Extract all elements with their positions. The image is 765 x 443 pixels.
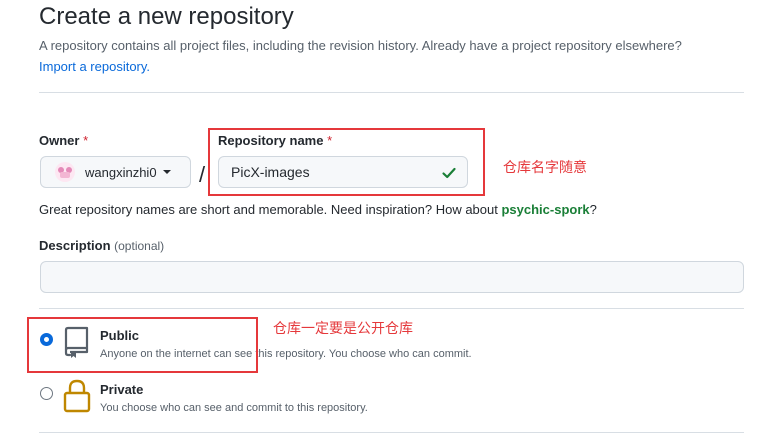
annotation-repo-name-note: 仓库名字随意 [503,160,587,176]
required-mark: * [83,133,89,148]
owner-label: Owner * [39,133,88,148]
private-option-title: Private [100,382,144,397]
description-label-text: Description [39,238,111,253]
optional-tag: (optional) [114,239,165,253]
name-suggestion-link[interactable]: psychic-spork [501,202,589,217]
annotation-public-note: 仓库一定要是公开仓库 [273,321,413,337]
annotation-box-public [27,317,258,373]
divider [39,92,744,93]
annotation-box-repo-name [208,128,485,196]
divider [39,432,744,433]
lock-icon [63,379,91,418]
private-option-description: You choose who can see and commit to thi… [100,402,368,414]
avatar [55,162,75,182]
owner-repo-separator: / [199,162,206,187]
hint-text: Great repository names are short and mem… [39,202,502,217]
divider [39,308,744,309]
private-radio[interactable] [40,387,53,400]
import-repository-link[interactable]: Import a repository. [39,59,150,74]
owner-select-button[interactable]: wangxinzhi0 [40,156,191,188]
owner-label-text: Owner [39,133,80,148]
description-input[interactable] [40,261,744,293]
page-title: Create a new repository [39,3,294,30]
page-subtitle: A repository contains all project files,… [39,38,682,53]
hint-suffix: ? [589,202,597,217]
description-label: Description (optional) [39,238,164,253]
owner-name: wangxinzhi0 [85,164,157,180]
repository-name-hint: Great repository names are short and mem… [39,202,597,217]
chevron-down-icon [162,170,171,174]
